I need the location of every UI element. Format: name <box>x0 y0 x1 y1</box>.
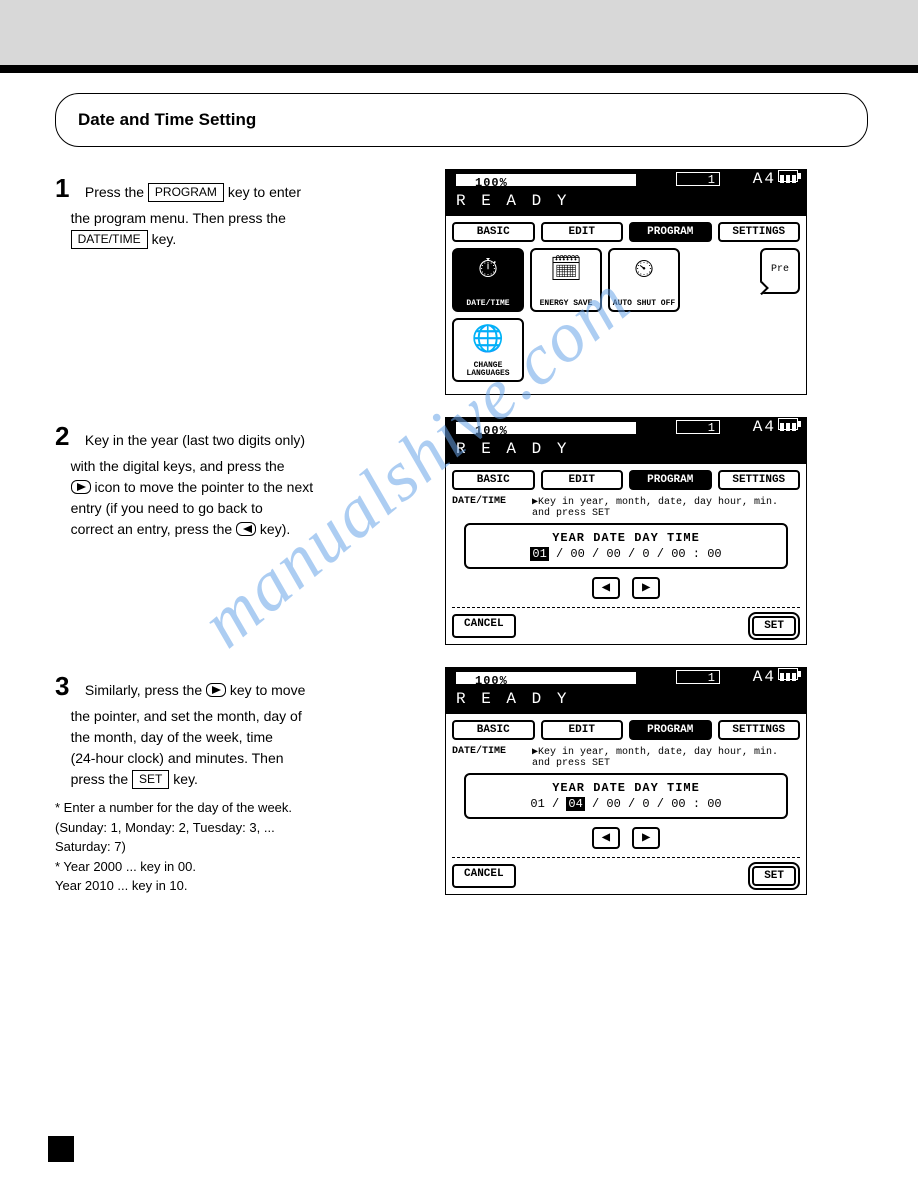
globe-icon: 🌐 <box>456 322 520 362</box>
step-number: 1 <box>55 169 81 208</box>
date-values: 01 / 04 / 00 / 0 / 00 : 00 <box>472 797 780 811</box>
arrow-right-icon <box>71 480 91 494</box>
step-1-text: 1 Press the PROGRAM key to enter the pro… <box>55 169 415 250</box>
tab-program[interactable]: PROGRAM <box>629 222 712 242</box>
set-button[interactable]: SET <box>752 616 796 636</box>
tab-edit[interactable]: EDIT <box>541 720 624 740</box>
cancel-button[interactable]: CANCEL <box>452 614 516 638</box>
lcd-screen-3: 100% 1 A4 R E A D Y BASIC EDIT PROGRAM S… <box>445 667 807 895</box>
tile-energy-save[interactable]: 🗓 ENERGY SAVE <box>530 248 602 312</box>
paper-icon <box>778 418 798 430</box>
nav-left-button[interactable]: ◀ <box>592 577 620 599</box>
tab-settings[interactable]: SETTINGS <box>718 720 801 740</box>
tile-date-time[interactable]: ⏱ DATE/TIME <box>452 248 524 312</box>
progress-bar: 100% <box>456 174 636 186</box>
step-number: 3 <box>55 667 81 706</box>
tab-edit[interactable]: EDIT <box>541 470 624 490</box>
page-number-block <box>48 1136 74 1162</box>
nav-left-button[interactable]: ◀ <box>592 827 620 849</box>
cancel-button[interactable]: CANCEL <box>452 864 516 888</box>
date-values: 01 / 00 / 00 / 0 / 00 : 00 <box>472 547 780 561</box>
step-number: 2 <box>55 417 81 456</box>
nav-right-button[interactable]: ▶ <box>632 577 660 599</box>
step-3-text: 3 Similarly, press the key to move the p… <box>55 667 415 896</box>
header-band <box>0 0 918 65</box>
program-key: PROGRAM <box>148 183 224 202</box>
header-rule <box>0 65 918 73</box>
instruction-text: ▶Key in year, month, date, day hour, min… <box>532 496 800 519</box>
tab-program[interactable]: PROGRAM <box>629 470 712 490</box>
tab-settings[interactable]: SETTINGS <box>718 222 801 242</box>
copy-count: 1 <box>676 172 720 186</box>
step-3-note: * Enter a number for the day of the week… <box>55 798 415 896</box>
breadcrumb: DATE/TIME <box>452 496 532 519</box>
section-title-box: Date and Time Setting <box>55 93 868 147</box>
lcd-screen-2: 100% 1 A4 R E A D Y BASIC EDIT PROGRAM S… <box>445 417 807 645</box>
ready-status: R E A D Y <box>456 192 569 210</box>
date-entry-box: YEAR DATE DAY TIME 01 / 00 / 00 / 0 / 00… <box>464 523 788 569</box>
paper-icon <box>778 668 798 680</box>
arrow-left-icon <box>236 522 256 536</box>
date-entry-box: YEAR DATE DAY TIME 01 / 04 / 00 / 0 / 00… <box>464 773 788 819</box>
paper-icon <box>778 170 798 182</box>
energy-icon: 🗓 <box>534 252 598 292</box>
paper-size: A4 <box>753 170 798 188</box>
timer-icon: ⏲ <box>612 252 676 292</box>
clock-icon: ⏱ <box>456 252 520 292</box>
set-button[interactable]: SET <box>752 866 796 886</box>
tile-auto-shut-off[interactable]: ⏲ AUTO SHUT OFF <box>608 248 680 312</box>
tab-settings[interactable]: SETTINGS <box>718 470 801 490</box>
tile-change-languages[interactable]: 🌐 CHANGE LANGUAGES <box>452 318 524 382</box>
month-field[interactable]: 04 <box>566 797 584 811</box>
pre-button[interactable]: Pre <box>760 248 800 294</box>
zoom-percent: 100% <box>475 176 508 190</box>
date-time-key: DATE/TIME <box>71 230 148 249</box>
tab-edit[interactable]: EDIT <box>541 222 624 242</box>
tab-basic[interactable]: BASIC <box>452 222 535 242</box>
tab-basic[interactable]: BASIC <box>452 720 535 740</box>
lcd-screen-1: 100% 1 A4 R E A D Y BASIC EDIT PROGRAM S… <box>445 169 807 395</box>
year-field[interactable]: 01 <box>530 547 548 561</box>
tab-basic[interactable]: BASIC <box>452 470 535 490</box>
tab-program[interactable]: PROGRAM <box>629 720 712 740</box>
set-key: SET <box>132 770 169 789</box>
step-2-text: 2 Key in the year (last two digits only)… <box>55 417 415 540</box>
arrow-right-icon <box>206 683 226 697</box>
nav-right-button[interactable]: ▶ <box>632 827 660 849</box>
